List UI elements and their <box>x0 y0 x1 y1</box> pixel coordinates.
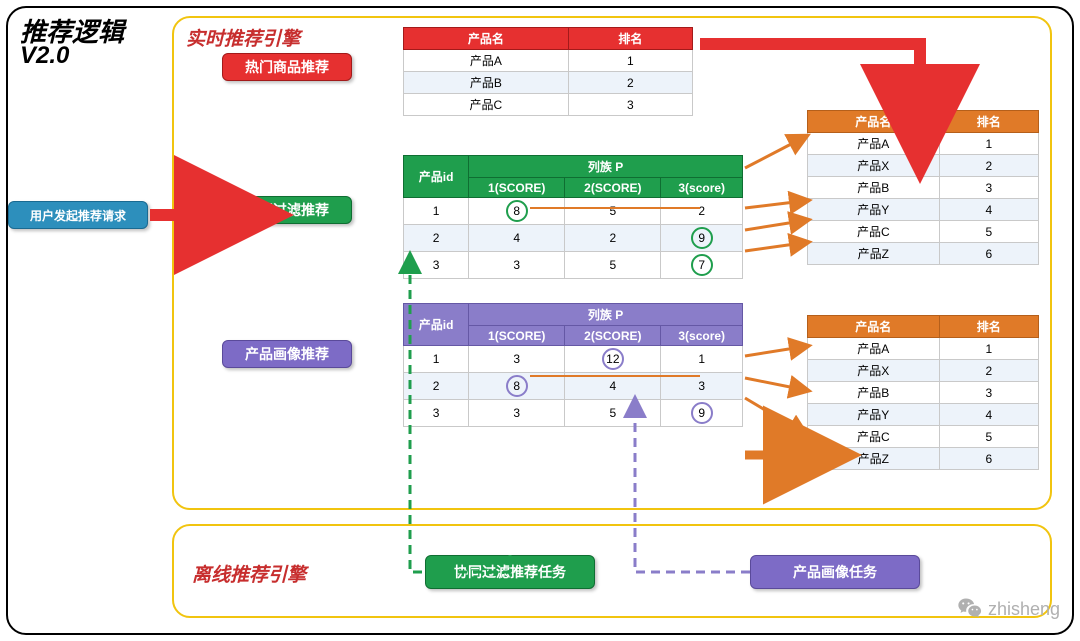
realtime-title: 实时推荐引擎 <box>186 24 300 51</box>
table-row: 产品Z6 <box>808 448 1039 470</box>
hot-th-rank: 排名 <box>568 28 692 50</box>
table-row: 3357 <box>404 252 743 279</box>
user-request-label: 用户发起推荐请求 <box>8 201 148 229</box>
hot-products-table: 产品名 排名 产品A1产品B2产品C3 <box>403 27 693 116</box>
table-row: 产品C5 <box>808 426 1039 448</box>
watermark: zhisheng <box>956 595 1060 623</box>
table-row: 13121 <box>404 346 743 373</box>
offline-engine-box: 离线推荐引擎 <box>172 524 1052 618</box>
table-row: 产品B3 <box>808 382 1039 404</box>
offline-title: 离线推荐引擎 <box>192 560 306 587</box>
table-row: 2843 <box>404 373 743 400</box>
collab-result-table: 产品名 排名 产品A1产品X2产品B3产品Y4产品C5产品Z6 <box>807 110 1039 265</box>
table-row: 产品C5 <box>808 221 1039 243</box>
product-image-label: 产品画像推荐 <box>222 340 352 368</box>
image-task-label: 产品画像任务 <box>750 555 920 589</box>
table-row: 产品X2 <box>808 155 1039 177</box>
wechat-icon <box>956 595 984 623</box>
table-row: 产品B2 <box>404 72 693 94</box>
table-row: 3359 <box>404 400 743 427</box>
table-row: 产品A1 <box>808 338 1039 360</box>
table-row: 产品Y4 <box>808 199 1039 221</box>
collab-task-label: 协同过滤推荐任务 <box>425 555 595 589</box>
collab-filter-label: 协同过滤推荐 <box>222 196 352 224</box>
diagram-version: V2.0 <box>20 42 69 70</box>
table-row: 产品Z6 <box>808 243 1039 265</box>
table-row: 产品A1 <box>404 50 693 72</box>
collab-score-table: 产品id列族 P 1(SCORE)2(SCORE)3(score) 185224… <box>403 155 743 279</box>
table-row: 2429 <box>404 225 743 252</box>
table-row: 产品B3 <box>808 177 1039 199</box>
table-row: 产品C3 <box>404 94 693 116</box>
image-score-table: 产品id列族 P 1(SCORE)2(SCORE)3(score) 131212… <box>403 303 743 427</box>
hot-th-name: 产品名 <box>404 28 569 50</box>
image-result-table: 产品名 排名 产品A1产品X2产品B3产品Y4产品C5产品Z6 <box>807 315 1039 470</box>
table-row: 1852 <box>404 198 743 225</box>
table-row: 产品A1 <box>808 133 1039 155</box>
table-row: 产品Y4 <box>808 404 1039 426</box>
table-row: 产品X2 <box>808 360 1039 382</box>
watermark-text: zhisheng <box>988 599 1060 620</box>
hot-item-label: 热门商品推荐 <box>222 53 352 81</box>
